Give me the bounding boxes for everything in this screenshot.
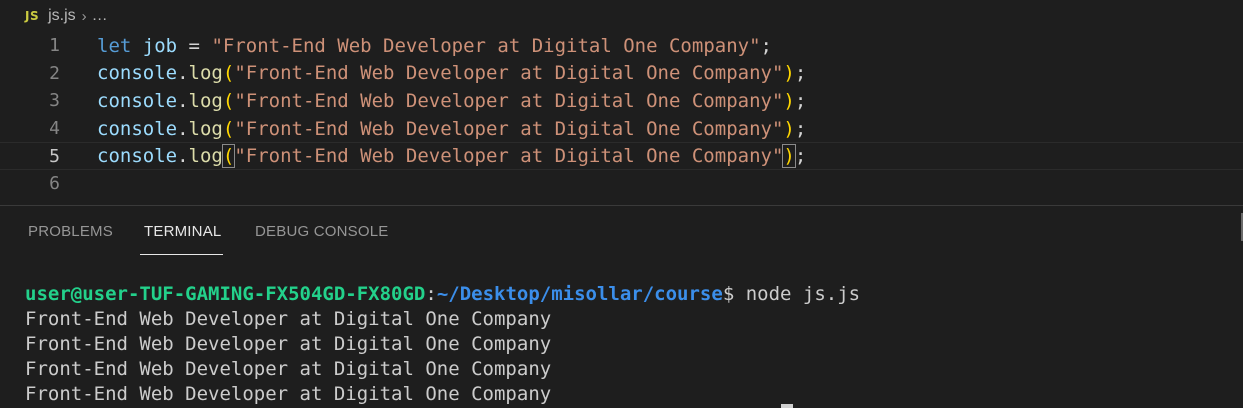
- dot-token: .: [177, 117, 189, 140]
- prompt-path: ~/Desktop/misollar/course: [436, 283, 723, 305]
- line-number: 1: [49, 35, 60, 57]
- terminal-cursor: [781, 404, 793, 408]
- string-token: "Front-End Web Developer at Digital One …: [234, 89, 784, 112]
- code-line-current[interactable]: 5 console.log("Front-End Web Developer a…: [0, 142, 1243, 170]
- open-paren-token: (: [221, 144, 236, 169]
- terminal-output-line: Front-End Web Developer at Digital One C…: [25, 308, 552, 330]
- prompt-colon: :: [425, 283, 437, 305]
- code-line[interactable]: 1 let job = "Front-End Web Developer at …: [0, 32, 1243, 60]
- code-content[interactable]: console.log("Front-End Web Developer at …: [97, 144, 807, 169]
- vscode-window: JS js.js › … 1 let job = "Front-End Web …: [0, 0, 1243, 408]
- breadcrumb-file[interactable]: js.js: [48, 7, 76, 25]
- code-editor[interactable]: 1 let job = "Front-End Web Developer at …: [0, 32, 1243, 200]
- string-token: "Front-End Web Developer at Digital One …: [234, 117, 784, 140]
- open-paren-token: (: [222, 89, 235, 112]
- string-token: "Front-End Web Developer at Digital One …: [211, 34, 761, 57]
- terminal-output-line: Front-End Web Developer at Digital One C…: [25, 358, 552, 380]
- dot-token: .: [177, 89, 189, 112]
- method-token: log: [188, 62, 223, 85]
- chevron-right-icon: ›: [81, 7, 87, 25]
- variable-token: job: [142, 34, 178, 57]
- close-paren-token: ): [783, 117, 795, 140]
- object-token: console: [97, 117, 178, 140]
- line-number: 5: [49, 145, 60, 167]
- line-number: 3: [49, 90, 60, 112]
- dot-token: .: [177, 62, 189, 85]
- code-line[interactable]: 2 console.log("Front-End Web Developer a…: [0, 60, 1243, 88]
- terminal[interactable]: user@user-TUF-GAMING-FX504GD-FX80GD:~/De…: [0, 256, 1243, 408]
- close-paren-token: ): [782, 144, 796, 169]
- code-line[interactable]: 4 console.log("Front-End Web Developer a…: [0, 115, 1243, 143]
- object-token: console: [97, 62, 178, 85]
- open-paren-token: (: [222, 117, 235, 140]
- code-line[interactable]: 6: [0, 170, 1243, 198]
- prompt-user: user@user-TUF-GAMING-FX504GD-FX80GD: [25, 283, 426, 305]
- object-token: console: [97, 145, 178, 168]
- code-content[interactable]: console.log("Front-End Web Developer at …: [97, 90, 806, 112]
- code-content[interactable]: console.log("Front-End Web Developer at …: [97, 62, 806, 84]
- method-token: log: [188, 145, 223, 168]
- code-content[interactable]: console.log("Front-End Web Developer at …: [97, 118, 806, 140]
- string-token: "Front-End Web Developer at Digital One …: [234, 145, 784, 168]
- breadcrumb: JS js.js › …: [0, 0, 1243, 32]
- terminal-output-line: Front-End Web Developer at Digital One C…: [25, 383, 552, 405]
- terminal-output-line: Front-End Web Developer at Digital One C…: [25, 333, 552, 355]
- code-content[interactable]: let job = "Front-End Web Developer at Di…: [97, 35, 772, 57]
- breadcrumb-ellipsis[interactable]: …: [92, 7, 108, 25]
- string-token: "Front-End Web Developer at Digital One …: [234, 62, 784, 85]
- tab-terminal[interactable]: TERMINAL: [144, 206, 221, 256]
- javascript-file-icon: JS: [25, 9, 40, 23]
- dot-token: .: [177, 145, 189, 168]
- semicolon-token: ;: [794, 89, 807, 112]
- code-line[interactable]: 3 console.log("Front-End Web Developer a…: [0, 87, 1243, 115]
- method-token: log: [188, 117, 223, 140]
- tab-debug-console[interactable]: DEBUG CONSOLE: [255, 206, 388, 256]
- operator-token: =: [177, 34, 212, 57]
- line-number: 6: [49, 173, 60, 195]
- terminal-command: node js.js: [745, 283, 861, 305]
- panel-tabs: PROBLEMS TERMINAL DEBUG CONSOLE: [0, 206, 1243, 256]
- terminal-prompt-line: user@user-TUF-GAMING-FX504GD-FX80GD:~/De…: [25, 282, 860, 307]
- semicolon-token: ;: [760, 34, 772, 57]
- method-token: log: [188, 89, 223, 112]
- close-paren-token: ): [783, 62, 795, 85]
- semicolon-token: ;: [794, 62, 807, 85]
- prompt-symbol: $: [722, 283, 746, 305]
- tab-problems[interactable]: PROBLEMS: [28, 206, 113, 256]
- object-token: console: [97, 89, 178, 112]
- semicolon-token: ;: [794, 117, 807, 140]
- semicolon-token: ;: [794, 145, 807, 168]
- open-paren-token: (: [222, 62, 235, 85]
- keyword-token: let: [97, 34, 132, 57]
- line-number: 4: [49, 118, 60, 140]
- line-number: 2: [49, 62, 60, 84]
- close-paren-token: ): [783, 89, 795, 112]
- active-tab-indicator: [140, 254, 223, 255]
